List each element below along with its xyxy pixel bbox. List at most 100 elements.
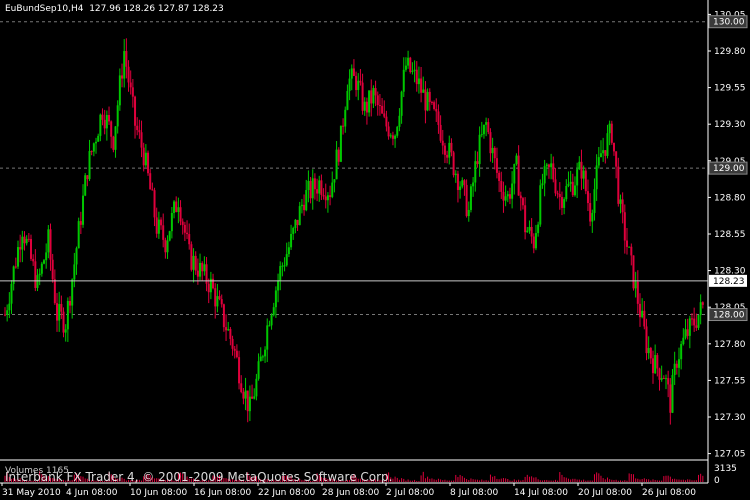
- candle-body: [151, 189, 154, 191]
- candle-body: [697, 314, 700, 328]
- candle-body: [344, 109, 347, 127]
- candle-body: [420, 78, 423, 93]
- candle-body: [485, 122, 488, 125]
- candle-body: [73, 264, 76, 280]
- candle-body: [149, 173, 152, 190]
- candle-body: [569, 181, 572, 184]
- candle-body: [316, 189, 319, 194]
- candle-body: [292, 227, 295, 234]
- candle-body: [190, 244, 193, 270]
- candle-body: [105, 114, 108, 129]
- candle-body: [645, 326, 648, 354]
- time-tick-label: 14 Jul 08:00: [514, 488, 568, 498]
- grid-level-label: 129.00: [713, 164, 745, 174]
- candle-body: [656, 355, 659, 369]
- candle-body: [38, 273, 41, 276]
- candle-body: [500, 181, 503, 192]
- candle-body: [695, 325, 698, 328]
- candle-body: [101, 114, 104, 120]
- candle-body: [628, 246, 631, 248]
- candle-body: [264, 349, 267, 357]
- candle-body: [437, 111, 440, 125]
- candle-body: [396, 126, 399, 136]
- candle-body: [36, 275, 39, 288]
- candle-body: [454, 173, 457, 176]
- candle-body: [658, 368, 661, 380]
- candle-body: [320, 180, 323, 195]
- candle-body: [435, 108, 438, 112]
- candle-body: [667, 378, 670, 385]
- candle-body: [649, 348, 652, 359]
- candle-body: [675, 363, 678, 368]
- candle-body: [584, 170, 587, 192]
- candle-body: [283, 265, 286, 267]
- candle-body: [376, 95, 379, 106]
- candle-body: [155, 217, 158, 234]
- candle-body: [430, 102, 433, 104]
- candle-body: [519, 195, 522, 199]
- candle-body: [136, 125, 139, 131]
- candle-body: [461, 180, 464, 187]
- candle-body: [441, 140, 444, 146]
- candle-body: [242, 392, 245, 399]
- volume-tick-label: 0: [714, 476, 720, 486]
- price-chart[interactable]: 130.05129.80129.55129.30129.05128.80128.…: [0, 0, 750, 500]
- candle-body: [647, 348, 650, 354]
- candle-body: [387, 126, 390, 137]
- candle-body: [285, 254, 288, 266]
- candle-body: [268, 325, 271, 327]
- candle-body: [534, 233, 537, 249]
- candle-body: [539, 185, 542, 225]
- candle-body: [404, 65, 407, 70]
- candle-body: [530, 226, 533, 237]
- candle-body: [318, 180, 321, 194]
- candle-body: [589, 203, 592, 222]
- candle-body: [495, 158, 498, 173]
- candle-body: [177, 207, 180, 213]
- candle-body: [90, 151, 93, 153]
- candle-body: [251, 396, 254, 399]
- candle-body: [112, 136, 115, 150]
- candle-body: [517, 155, 520, 196]
- candle-body: [311, 178, 314, 199]
- candle-body: [60, 304, 63, 312]
- candle-body: [47, 229, 50, 253]
- candle-body: [118, 75, 121, 106]
- candle-body: [175, 201, 178, 213]
- candle-body: [357, 80, 360, 91]
- candle-body: [164, 239, 167, 253]
- candle-body: [66, 300, 69, 330]
- candle-body: [116, 105, 119, 127]
- candle-body: [508, 194, 511, 199]
- candle-body: [545, 164, 548, 167]
- candle-body: [266, 325, 269, 350]
- candle-body: [261, 356, 264, 358]
- chart-window[interactable]: 130.05129.80129.55129.30129.05128.80128.…: [0, 0, 750, 500]
- candle-body: [19, 247, 22, 250]
- candle-body: [662, 378, 665, 380]
- grid-level-label: 130.00: [713, 18, 745, 28]
- candle-body: [298, 206, 301, 226]
- candle-body: [582, 170, 585, 179]
- candle-body: [220, 299, 223, 305]
- candle-body: [333, 179, 336, 183]
- candle-body: [277, 280, 280, 291]
- candle-body: [335, 149, 338, 180]
- candle-body: [482, 124, 485, 135]
- candle-body: [110, 121, 113, 137]
- candle-body: [385, 116, 388, 127]
- candle-body: [474, 161, 477, 183]
- candle-body: [480, 134, 483, 136]
- volume-tick-label: 3135: [714, 464, 737, 474]
- candle-body: [671, 375, 674, 413]
- candle-body: [199, 262, 202, 277]
- candle-body: [287, 247, 290, 255]
- candle-body: [17, 247, 20, 267]
- candle-body: [225, 327, 228, 331]
- candle-body: [638, 303, 641, 318]
- grid-level-label: 128.00: [713, 311, 745, 321]
- candle-body: [142, 147, 145, 166]
- candle-body: [363, 101, 366, 111]
- candle-body: [599, 153, 602, 158]
- candle-body: [134, 96, 137, 126]
